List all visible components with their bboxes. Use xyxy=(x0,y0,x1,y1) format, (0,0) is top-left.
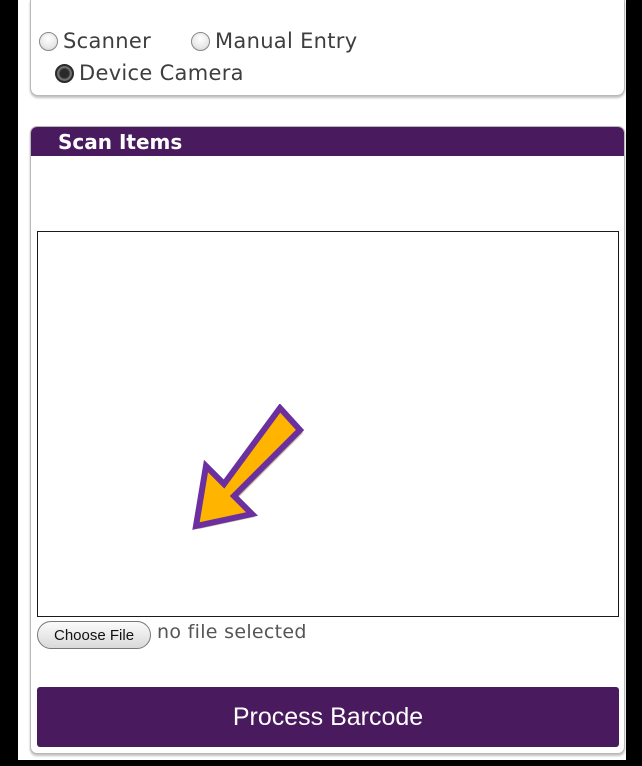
radio-device-camera[interactable]: Device Camera xyxy=(55,61,244,85)
radio-manual-entry-circle[interactable] xyxy=(191,31,210,51)
input-mode-panel: Scanner Manual Entry Device Camera xyxy=(30,0,625,96)
radio-scanner[interactable]: Scanner xyxy=(39,29,151,53)
radio-device-camera-label: Device Camera xyxy=(79,61,244,85)
radio-scanner-label: Scanner xyxy=(63,29,152,53)
process-barcode-button[interactable]: Process Barcode xyxy=(37,687,619,747)
choose-file-button[interactable]: Choose File xyxy=(37,621,152,649)
app-frame: Scanner Manual Entry Device Camera Scan … xyxy=(18,0,626,760)
file-input-row: Choose File no file selected xyxy=(37,621,307,649)
radio-manual-entry[interactable]: Manual Entry xyxy=(191,29,357,53)
radio-manual-entry-label: Manual Entry xyxy=(215,29,358,53)
arrow-down-left-icon xyxy=(192,404,305,530)
scan-items-panel: Scan Items Choose File no file selected … xyxy=(30,126,625,754)
radio-device-camera-circle[interactable] xyxy=(55,63,74,83)
camera-viewport[interactable] xyxy=(37,231,619,617)
radio-scanner-circle[interactable] xyxy=(39,31,58,51)
scan-items-title: Scan Items xyxy=(31,127,624,156)
file-status-text: no file selected xyxy=(157,621,307,643)
